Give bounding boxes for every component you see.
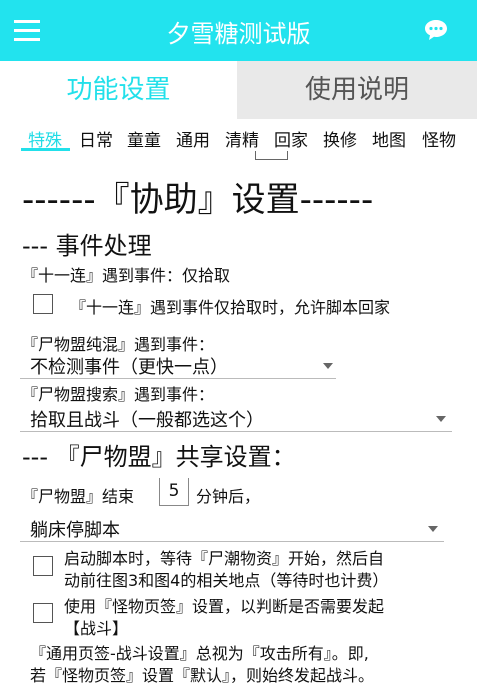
main-tabs: 功能设置 使用说明 [0, 61, 477, 119]
monster-tab-label-line2: 【战斗】 [64, 619, 129, 638]
subtab-home[interactable]: 回家 [274, 126, 308, 151]
subtab-daily[interactable]: 日常 [79, 126, 113, 151]
end-prefix-label: 『尸物盟』结束 [22, 487, 135, 506]
pure-mix-event-value: 不检测事件（更快一点） [30, 357, 228, 378]
wait-supplies-label-line2: 动前往图3和图4的相关地点（等待时也计费） [64, 571, 389, 590]
tab-usage-instructions[interactable]: 使用说明 [237, 61, 477, 119]
sub-tabs: 特殊 日常 童童 通用 清精 回家 换修 地图 怪物 [0, 122, 477, 160]
dropdown-arrow-icon [323, 363, 333, 369]
eleven-event-info: 『十一连』遇到事件：仅拾取 [22, 266, 231, 285]
subtab-general[interactable]: 通用 [176, 126, 210, 151]
subtab-tongtong[interactable]: 童童 [127, 126, 161, 151]
note-line1: 『通用页签-战斗设置』总视为『攻击所有』。即, [30, 644, 369, 663]
app-bar: 夕雪糖测试版 [0, 0, 477, 61]
app-title: 夕雪糖测试版 [166, 20, 311, 48]
pure-mix-event-select[interactable]: 不检测事件（更快一点） [20, 351, 336, 379]
end-action-select[interactable]: 躺床停脚本 [20, 514, 444, 542]
end-minutes-input[interactable]: 5 [159, 478, 189, 506]
scroll-indicator [255, 151, 288, 160]
allow-home-label: 『十一连』遇到事件仅拾取时，允许脚本回家 [70, 298, 391, 317]
allow-home-checkbox[interactable] [33, 294, 53, 314]
dropdown-arrow-icon [428, 526, 438, 532]
dropdown-arrow-icon [436, 416, 446, 422]
shared-settings-heading: --- 『尸物盟』共享设置： [22, 443, 296, 471]
subtab-repair[interactable]: 换修 [323, 126, 357, 151]
monster-tab-label-line1: 使用『怪物页签』设置，以判断是否需要发起 [64, 597, 385, 616]
active-subtab-indicator [21, 148, 70, 151]
wait-supplies-label-line1: 启动脚本时，等待『尸潮物资』开始，然后自 [64, 549, 385, 568]
event-handling-heading: --- 事件处理 [22, 232, 152, 260]
monster-tab-checkbox[interactable] [33, 603, 53, 623]
chat-bubble-icon[interactable] [424, 19, 448, 41]
search-event-select[interactable]: 拾取且战斗（一般都选这个） [20, 404, 452, 432]
search-event-label: 『尸物盟搜索』遇到事件： [22, 385, 215, 404]
assist-settings-heading: ------『协助』设置------ [22, 180, 374, 220]
note-line2: 若『怪物页签』设置『默认』，则始终发起战斗。 [30, 666, 375, 685]
subtab-qingjing[interactable]: 清精 [225, 126, 259, 151]
end-action-value: 躺床停脚本 [30, 520, 120, 541]
subtab-map[interactable]: 地图 [372, 126, 406, 151]
search-event-value: 拾取且战斗（一般都选这个） [30, 410, 264, 431]
subtab-monster[interactable]: 怪物 [422, 126, 456, 151]
wait-supplies-checkbox[interactable] [33, 556, 53, 576]
tab-function-settings[interactable]: 功能设置 [0, 61, 237, 119]
end-suffix-label: 分钟后， [196, 487, 261, 506]
